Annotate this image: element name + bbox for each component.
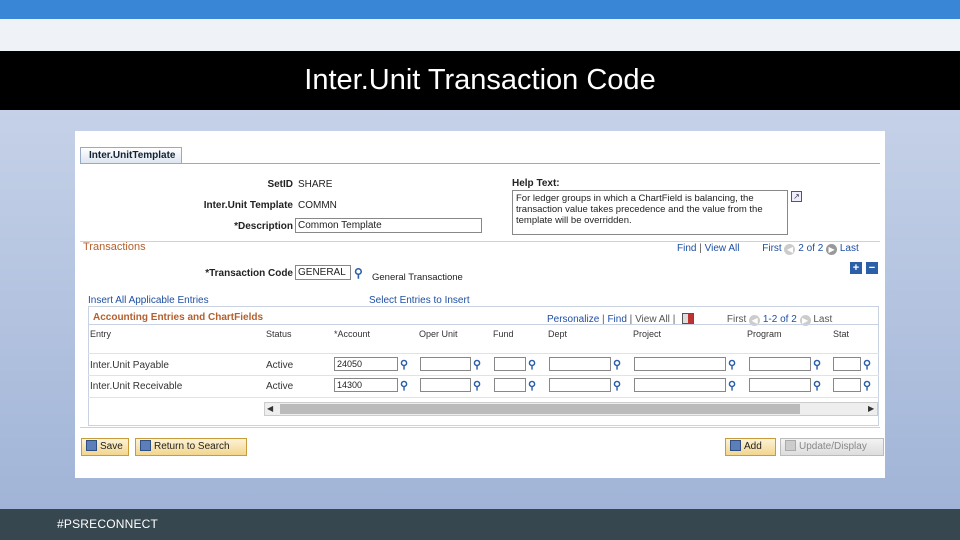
setid-label: SetID xyxy=(267,179,293,190)
grid-title: Accounting Entries and ChartFields xyxy=(93,312,264,323)
download-grid-icon[interactable] xyxy=(682,313,695,324)
transactions-first-link[interactable]: First xyxy=(762,243,781,254)
next-arrow-icon[interactable]: ▶ xyxy=(826,244,838,255)
stat-search-icon[interactable]: ⚲ xyxy=(863,360,871,371)
transaction-code-label: *Transaction Code xyxy=(205,268,293,279)
project-search-icon[interactable]: ⚲ xyxy=(728,360,736,371)
table-row-status: Active xyxy=(266,360,294,371)
transactions-counter: 2 of 2 xyxy=(798,243,824,254)
prev-arrow-icon[interactable]: ◀ xyxy=(784,244,796,255)
fund-search-icon[interactable]: ⚲ xyxy=(528,381,536,392)
return-to-search-button[interactable]: Return to Search xyxy=(135,438,247,456)
transactions-title: Transactions xyxy=(83,241,146,253)
dept-search-icon[interactable]: ⚲ xyxy=(613,381,621,392)
column-fund: Fund xyxy=(493,329,514,339)
column-entry: Entry xyxy=(90,329,112,339)
add-row-icon[interactable]: + xyxy=(850,262,862,274)
transactions-view-all-link[interactable]: View All xyxy=(705,243,740,254)
grid-header-rule xyxy=(88,324,879,325)
column-stat: Stat xyxy=(833,329,850,339)
column-status: Status xyxy=(266,329,292,339)
delete-row-icon[interactable]: − xyxy=(866,262,878,274)
add-icon xyxy=(730,440,741,451)
project-input[interactable] xyxy=(634,357,726,371)
stat-search-icon[interactable]: ⚲ xyxy=(863,381,871,392)
dept-input[interactable] xyxy=(549,357,611,371)
account-search-icon[interactable]: ⚲ xyxy=(400,381,408,392)
update-icon xyxy=(785,440,796,451)
column-account: *Account xyxy=(334,329,371,339)
select-entries-link[interactable]: Select Entries to Insert xyxy=(369,295,470,306)
table-row-entry: Inter.Unit Receivable xyxy=(90,381,183,392)
account-input[interactable]: 24050 xyxy=(334,357,398,371)
help-text-label: Help Text: xyxy=(512,178,560,189)
stat-input[interactable] xyxy=(833,357,861,371)
fund-search-icon[interactable]: ⚲ xyxy=(528,360,536,371)
dept-input[interactable] xyxy=(549,378,611,392)
account-search-icon[interactable]: ⚲ xyxy=(400,360,408,371)
transactions-find-link[interactable]: Find xyxy=(677,243,696,254)
grid-row-separator xyxy=(88,375,879,376)
project-search-icon[interactable]: ⚲ xyxy=(728,381,736,392)
account-input[interactable]: 14300 xyxy=(334,378,398,392)
program-input[interactable] xyxy=(749,378,811,392)
help-text-area[interactable]: For ledger groups in which a ChartField … xyxy=(512,190,788,235)
scroll-left-icon[interactable]: ◀ xyxy=(267,404,273,413)
update-display-button[interactable]: Update/Display xyxy=(780,438,884,456)
column-program: Program xyxy=(747,329,782,339)
transaction-code-input[interactable]: GENERAL xyxy=(295,265,351,280)
program-search-icon[interactable]: ⚲ xyxy=(813,381,821,392)
project-input[interactable] xyxy=(634,378,726,392)
header-band xyxy=(0,19,960,51)
footer-hashtag: #PSRECONNECT xyxy=(0,509,960,540)
template-value: COMMN xyxy=(298,200,337,211)
column-project: Project xyxy=(633,329,662,339)
scroll-right-icon[interactable]: ▶ xyxy=(868,404,874,413)
table-row-entry: Inter.Unit Payable xyxy=(90,360,169,371)
tab-underline xyxy=(80,163,880,164)
transactions-last-link[interactable]: Last xyxy=(840,243,859,254)
expand-icon[interactable]: ↗ xyxy=(791,191,802,202)
description-input[interactable]: Common Template xyxy=(295,218,482,233)
oper-unit-input[interactable] xyxy=(420,378,471,392)
save-button-label: Save xyxy=(100,441,123,452)
table-row-status: Active xyxy=(266,381,294,392)
add-button[interactable]: Add xyxy=(725,438,776,456)
oper-unit-search-icon[interactable]: ⚲ xyxy=(473,360,481,371)
fund-input[interactable] xyxy=(494,378,526,392)
program-search-icon[interactable]: ⚲ xyxy=(813,360,821,371)
description-label: *Description xyxy=(234,221,293,232)
column-oper-unit: Oper Unit xyxy=(419,329,458,339)
setid-value: SHARE xyxy=(298,179,333,190)
oper-unit-search-icon[interactable]: ⚲ xyxy=(473,381,481,392)
dept-search-icon[interactable]: ⚲ xyxy=(613,360,621,371)
program-input[interactable] xyxy=(749,357,811,371)
oper-unit-input[interactable] xyxy=(420,357,471,371)
peoplesoft-screenshot: Inter.UnitTemplate SetID SHARE Inter.Uni… xyxy=(75,131,885,478)
save-button[interactable]: Save xyxy=(81,438,129,456)
scrollbar-thumb[interactable] xyxy=(280,404,800,414)
transaction-code-description: General Transactione xyxy=(372,272,463,283)
return-button-label: Return to Search xyxy=(154,441,230,452)
column-dept: Dept xyxy=(548,329,568,339)
tab-interunit-template[interactable]: Inter.UnitTemplate xyxy=(80,147,182,164)
transactions-rule xyxy=(80,241,880,242)
transactions-nav: Find | View All First ◀ 2 of 2 ▶ Last xyxy=(677,243,859,255)
template-label: Inter.Unit Template xyxy=(203,200,293,211)
stat-input[interactable] xyxy=(833,378,861,392)
save-icon xyxy=(86,440,97,451)
nav-separator: | xyxy=(699,243,702,254)
slide-title: Inter.Unit Transaction Code xyxy=(0,51,960,110)
update-button-label: Update/Display xyxy=(799,441,867,452)
grid-row-separator xyxy=(88,397,879,398)
top-accent-bar xyxy=(0,0,960,19)
add-button-label: Add xyxy=(744,441,762,452)
insert-all-entries-link[interactable]: Insert All Applicable Entries xyxy=(88,295,209,306)
fund-input[interactable] xyxy=(494,357,526,371)
transaction-code-search-icon[interactable]: ⚲ xyxy=(354,267,363,279)
footer-rule xyxy=(80,427,880,428)
grid-row-separator xyxy=(88,353,879,354)
return-icon xyxy=(140,440,151,451)
